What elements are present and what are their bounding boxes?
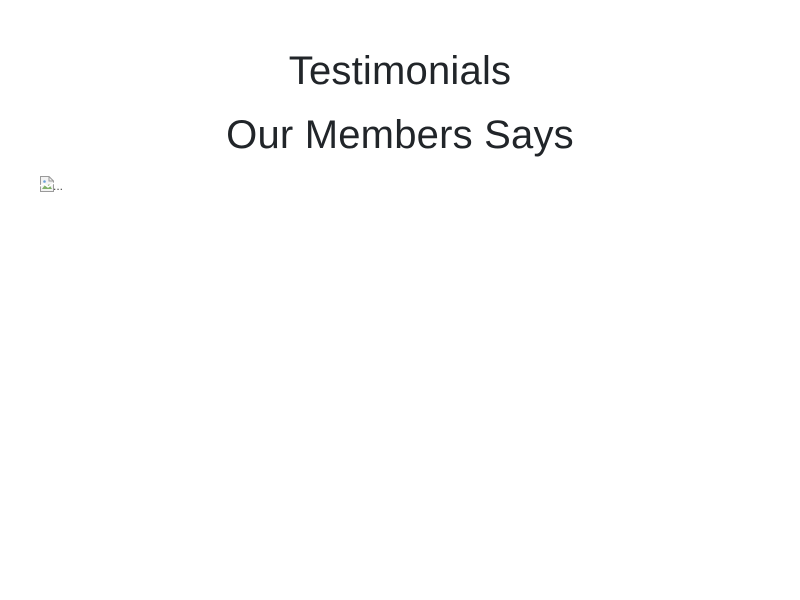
section-subtitle: Our Members Says <box>226 113 574 157</box>
broken-image-icon <box>40 176 54 192</box>
image-alt-text: ... <box>53 179 64 193</box>
section-title: Testimonials <box>288 49 512 93</box>
testimonial-image: ... <box>40 176 63 196</box>
testimonials-section: Testimonials Our Members Says ... <box>0 0 800 600</box>
